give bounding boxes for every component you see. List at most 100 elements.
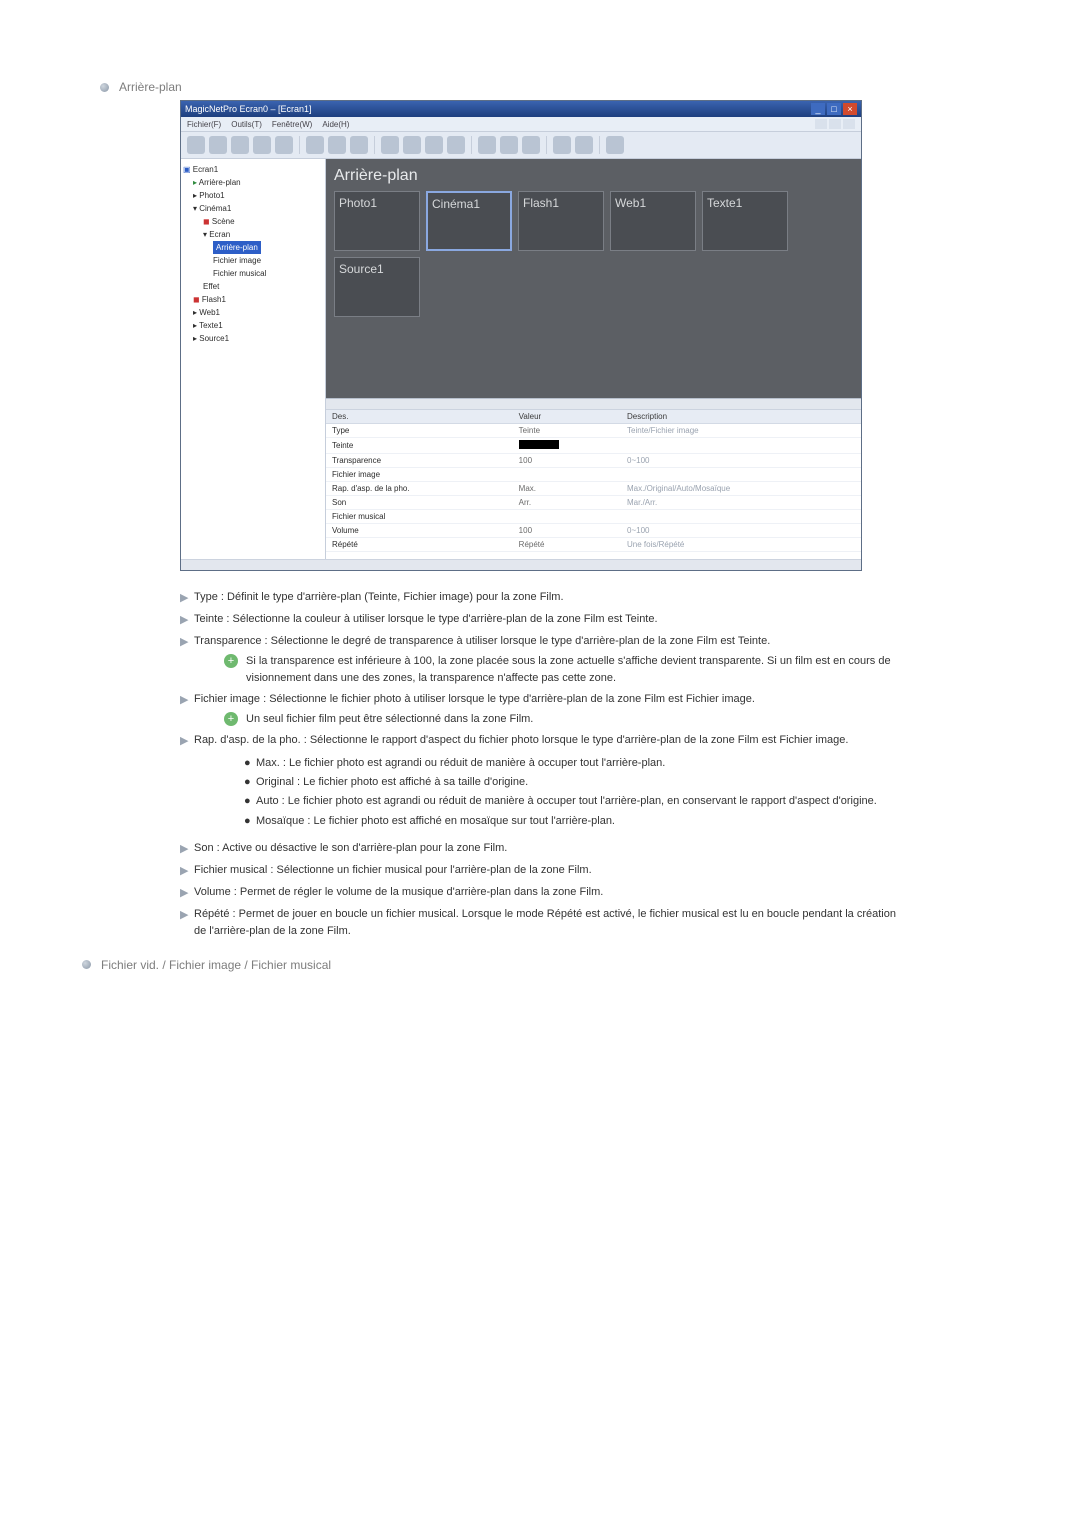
thumb-photo1[interactable]: Photo1	[334, 191, 420, 251]
tree-node: ▾ Cinéma1	[183, 202, 323, 215]
table-row: RépétéRépétéUne fois/Répété	[326, 538, 861, 552]
rap-auto: Auto : Le fichier photo est agrandi ou r…	[256, 793, 877, 810]
properties-panel[interactable]: Des. Valeur Description TypeTeinteTeinte…	[326, 398, 861, 559]
list-item: ▶ Teinte : Sélectionne la couleur à util…	[180, 611, 900, 629]
toolbar	[181, 132, 861, 159]
tree-node: ▸ Photo1	[183, 189, 323, 202]
toolbar-icon[interactable]	[522, 136, 540, 154]
list-item: ▶ Type : Définit le type d'arrière-plan …	[180, 589, 900, 607]
def-repete: Répété : Permet de jouer en boucle un fi…	[194, 906, 900, 940]
table-row: Volume1000~100	[326, 524, 861, 538]
close-icon[interactable]: ×	[843, 103, 857, 115]
bullet-icon: ●	[244, 755, 256, 772]
toolbar-icon[interactable]	[575, 136, 593, 154]
def-type: Type : Définit le type d'arrière-plan (T…	[194, 589, 900, 606]
mdi-max-icon[interactable]	[829, 119, 841, 129]
def-fichier-musical: Fichier musical : Sélectionne un fichier…	[194, 862, 900, 879]
bullet-icon: ●	[244, 813, 256, 830]
section-header-fichier: Fichier vid. / Fichier image / Fichier m…	[82, 958, 980, 972]
col-valeur: Valeur	[513, 410, 621, 424]
tree-node: Effet	[183, 280, 323, 293]
tree-root: ▣ Ecran1	[183, 163, 323, 176]
toolbar-icon[interactable]	[403, 136, 421, 154]
rap-orig: Original : Le fichier photo est affiché …	[256, 774, 528, 791]
toolbar-icon[interactable]	[381, 136, 399, 154]
note-block: + Un seul fichier film peut être sélecti…	[224, 711, 900, 728]
thumb-flash1[interactable]: Flash1	[518, 191, 604, 251]
arrow-icon: ▶	[180, 863, 194, 880]
toolbar-icon[interactable]	[425, 136, 443, 154]
toolbar-icon[interactable]	[328, 136, 346, 154]
tree-panel[interactable]: ▣ Ecran1 ▸ Arrière-plan ▸ Photo1 ▾ Ciném…	[181, 159, 326, 559]
toolbar-icon[interactable]	[350, 136, 368, 154]
toolbar-icon[interactable]	[553, 136, 571, 154]
table-row: Teinte	[326, 438, 861, 454]
tree-node: ◼ Scène	[183, 215, 323, 228]
tree-node: Fichier musical	[183, 267, 323, 280]
col-des: Des.	[326, 410, 513, 424]
col-description: Description	[621, 410, 861, 424]
mdi-min-icon[interactable]	[815, 119, 827, 129]
arrow-icon: ▶	[180, 907, 194, 924]
toolbar-icon[interactable]	[209, 136, 227, 154]
tree-node: ▾ Ecran	[183, 228, 323, 241]
toolbar-icon[interactable]	[306, 136, 324, 154]
sphere-bullet-icon	[100, 83, 109, 92]
arrow-icon: ▶	[180, 841, 194, 858]
canvas-panel: Arrière-plan Photo1 Cinéma1 Flash1 Web1 …	[326, 159, 861, 398]
def-son: Son : Active ou désactive le son d'arriè…	[194, 840, 900, 857]
def-trans-note: Si la transparence est inférieure à 100,…	[246, 653, 900, 687]
toolbar-icon[interactable]	[231, 136, 249, 154]
thumb-cinema1[interactable]: Cinéma1	[426, 191, 512, 251]
tree-node: ◼ Flash1	[183, 293, 323, 306]
thumb-texte1[interactable]: Texte1	[702, 191, 788, 251]
menu-fenetre[interactable]: Fenêtre(W)	[272, 120, 312, 129]
toolbar-icon[interactable]	[606, 136, 624, 154]
toolbar-icon[interactable]	[500, 136, 518, 154]
toolbar-icon[interactable]	[187, 136, 205, 154]
app-window: MagicNetPro Ecran0 – [Ecran1] _ □ × Fich…	[180, 100, 862, 571]
list-item: ▶ Répété : Permet de jouer en boucle un …	[180, 906, 900, 940]
mdi-close-icon[interactable]	[843, 119, 855, 129]
menu-aide[interactable]: Aide(H)	[322, 120, 349, 129]
arrow-icon: ▶	[180, 634, 194, 651]
sphere-bullet-icon	[82, 960, 91, 969]
tree-node-selected: Arrière-plan	[183, 241, 323, 254]
section-title: Arrière-plan	[119, 80, 182, 94]
def-fichier-image: Fichier image : Sélectionne le fichier p…	[194, 693, 755, 705]
bullet-icon: ●	[244, 774, 256, 791]
arrow-icon: ▶	[180, 590, 194, 607]
arrow-icon: ▶	[180, 885, 194, 902]
thumb-web1[interactable]: Web1	[610, 191, 696, 251]
toolbar-icon[interactable]	[253, 136, 271, 154]
toolbar-icon[interactable]	[447, 136, 465, 154]
def-transparence: Transparence : Sélectionne le degré de t…	[194, 635, 770, 647]
plus-icon: +	[224, 654, 238, 668]
menu-fichier[interactable]: Fichier(F)	[187, 120, 221, 129]
arrow-icon: ▶	[180, 733, 194, 750]
section-title-2: Fichier vid. / Fichier image / Fichier m…	[101, 958, 331, 972]
toolbar-icon[interactable]	[478, 136, 496, 154]
def-volume: Volume : Permet de régler le volume de l…	[194, 884, 900, 901]
maximize-icon[interactable]: □	[827, 103, 841, 115]
toolbar-separator	[299, 136, 300, 154]
thumb-source1[interactable]: Source1	[334, 257, 420, 317]
minimize-icon[interactable]: _	[811, 103, 825, 115]
toolbar-separator	[599, 136, 600, 154]
table-row: TypeTeinteTeinte/Fichier image	[326, 424, 861, 438]
table-row: Rap. d'asp. de la pho.Max.Max./Original/…	[326, 482, 861, 496]
list-item: ▶ Fichier image : Sélectionne le fichier…	[180, 691, 900, 728]
bullet-icon: ●	[244, 793, 256, 810]
window-titlebar[interactable]: MagicNetPro Ecran0 – [Ecran1] _ □ ×	[181, 101, 861, 117]
window-title: MagicNetPro Ecran0 – [Ecran1]	[185, 104, 312, 114]
arrow-icon: ▶	[180, 692, 194, 709]
toolbar-separator	[471, 136, 472, 154]
scrollbar[interactable]	[326, 399, 861, 410]
table-row: SonArr.Mar./Arr.	[326, 496, 861, 510]
menu-outils[interactable]: Outils(T)	[231, 120, 262, 129]
def-fimg-note: Un seul fichier film peut être sélection…	[246, 711, 900, 728]
list-item: ▶ Son : Active ou désactive le son d'arr…	[180, 840, 900, 858]
table-row: Fichier musical	[326, 510, 861, 524]
toolbar-icon[interactable]	[275, 136, 293, 154]
toolbar-separator	[374, 136, 375, 154]
